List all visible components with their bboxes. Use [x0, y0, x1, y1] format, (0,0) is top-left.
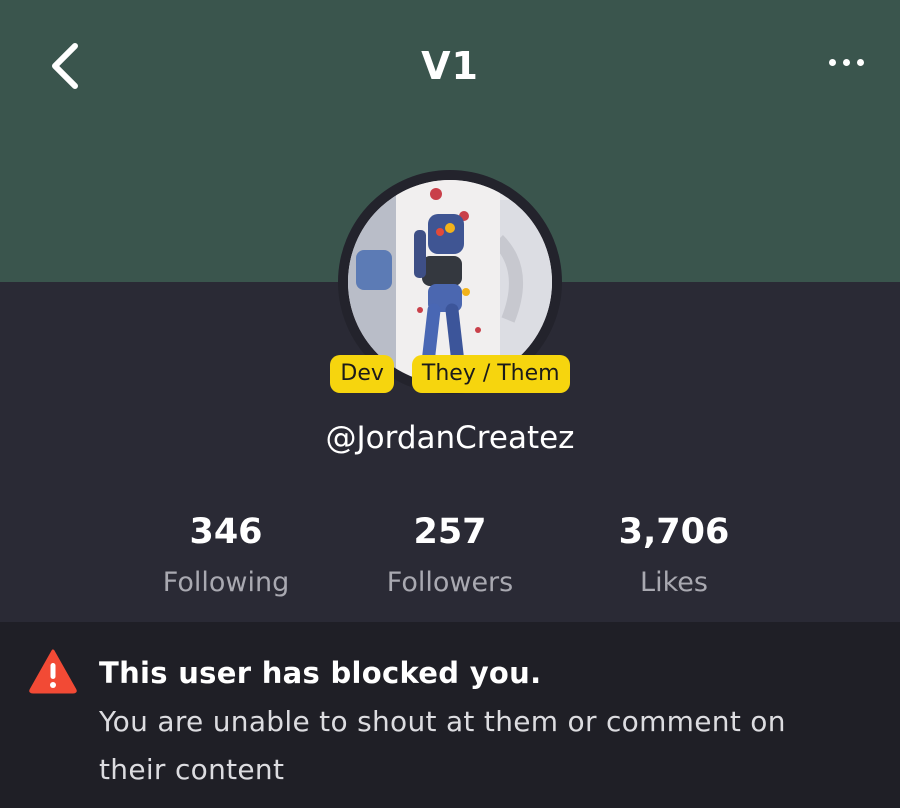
role-badge: Dev [330, 355, 394, 393]
stat-value: 3,706 [618, 512, 730, 552]
profile-stats: 346 Following 257 Followers 3,706 Likes [0, 505, 900, 615]
avatar-image [348, 180, 552, 384]
stat-followers[interactable]: 257 Followers [338, 505, 562, 605]
stat-following[interactable]: 346 Following [114, 505, 338, 605]
profile-badges: Dev They / Them [0, 355, 900, 395]
notice-title: This user has blocked you. [99, 656, 542, 690]
more-options-button[interactable] [820, 44, 872, 80]
stat-value: 257 [413, 512, 487, 552]
stat-likes[interactable]: 3,706 Likes [562, 505, 786, 605]
username-handle: @JordanCreatez [325, 420, 575, 456]
stat-value: 346 [189, 512, 263, 552]
pronouns-badge: They / Them [411, 355, 570, 393]
page-title: V1 [421, 44, 479, 88]
stat-label: Likes [640, 567, 708, 598]
stat-label: Followers [386, 567, 514, 598]
warning-icon [29, 649, 77, 694]
more-horizontal-icon [828, 58, 836, 66]
stat-label: Following [162, 567, 290, 598]
notice-body: You are unable to shout at them or comme… [99, 705, 786, 786]
